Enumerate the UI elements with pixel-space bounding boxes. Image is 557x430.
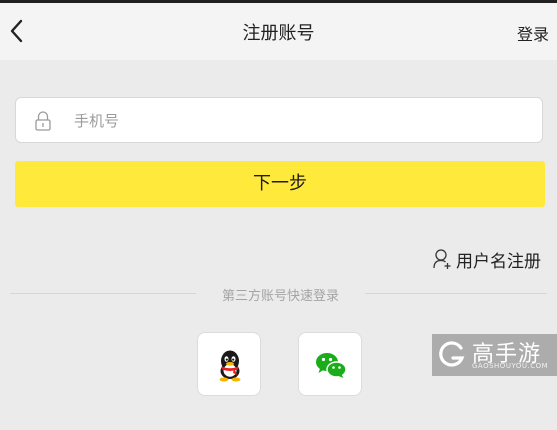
login-link[interactable]: 登录 (517, 21, 549, 45)
wechat-login-button[interactable] (298, 332, 362, 396)
divider-left (10, 293, 196, 294)
user-plus-icon (433, 249, 451, 269)
username-register-link[interactable]: 用户名注册 (432, 247, 541, 272)
watermark-logo-icon (439, 341, 465, 367)
phone-field[interactable] (15, 97, 543, 144)
page-title: 注册账号 (242, 23, 315, 44)
watermark: 高手游 GAOSHOUYOU.COM (432, 334, 557, 376)
wechat-icon (316, 353, 347, 378)
qq-login-button[interactable] (197, 332, 261, 396)
next-step-button[interactable]: 下一步 (15, 161, 545, 207)
divider-right (365, 293, 547, 294)
third-party-login-label: 第三方账号快速登录 (221, 289, 339, 304)
watermark-subtext: GAOSHOUYOU.COM (472, 362, 549, 370)
top-bar: 注册账号 登录 (0, 0, 557, 60)
phone-input[interactable] (72, 98, 526, 144)
qq-icon (219, 350, 241, 382)
lock-icon (35, 111, 51, 131)
status-strip (0, 0, 557, 3)
username-register-label: 用户名注册 (456, 251, 541, 272)
